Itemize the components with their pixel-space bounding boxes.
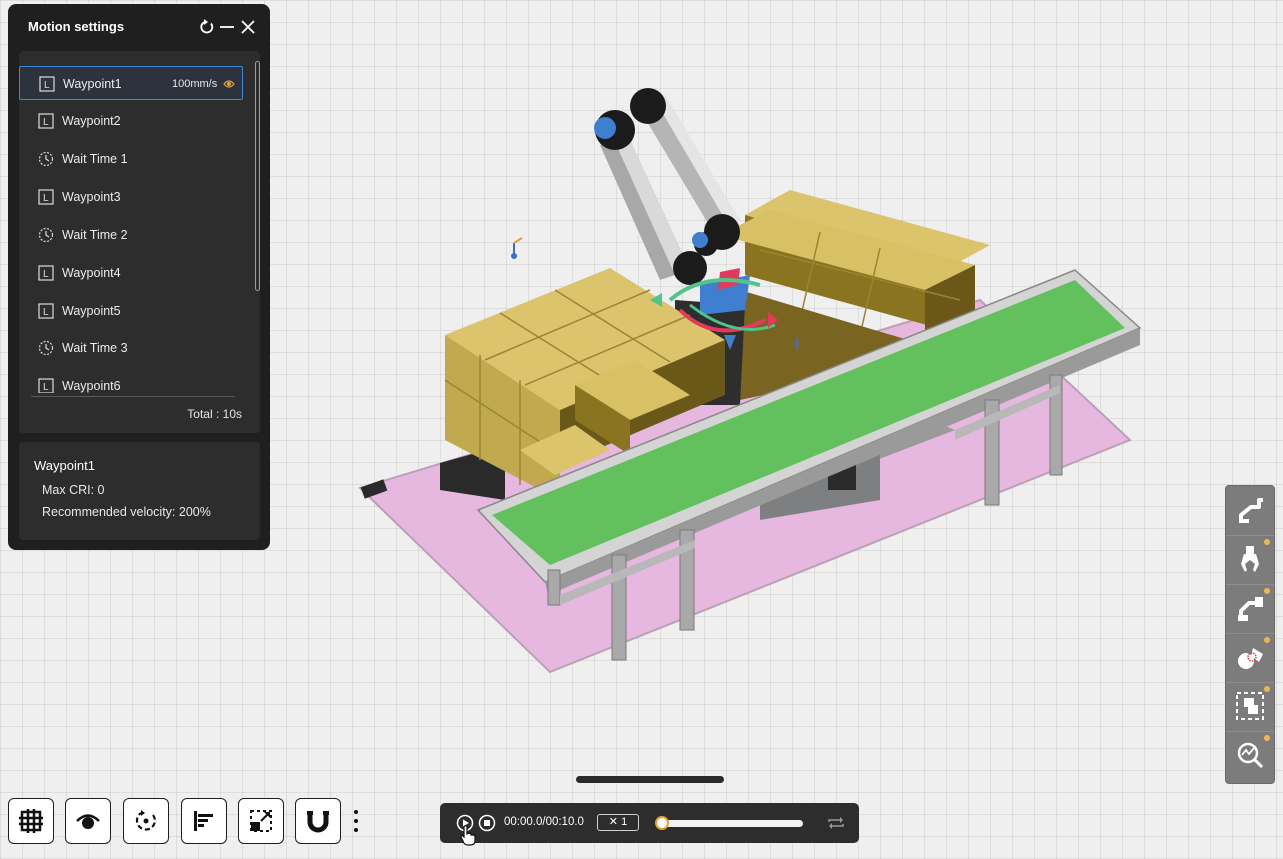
linear-move-icon: L [39,76,55,92]
close-icon[interactable] [237,16,259,38]
svg-text:L: L [44,80,50,91]
timeline-thumb[interactable] [655,816,669,830]
grid-icon [19,809,43,833]
list-item[interactable]: L Waypoint6 [19,369,243,393]
clock-icon [38,151,54,167]
robot-arm [594,88,740,285]
max-cri: Max CRI: 0 [42,483,105,497]
stop-icon[interactable] [478,814,496,832]
info-title: Waypoint1 [34,458,95,473]
linear-move-icon: L [38,113,54,129]
gripper-icon [1241,546,1259,572]
eye-icon[interactable] [223,79,235,89]
list-item[interactable]: L Waypoint3 [19,180,243,214]
linear-move-icon: L [38,265,54,281]
waypoint-list-container: L Waypoint1 100mm/s L Waypoint2 Wait Tim… [19,51,260,433]
svg-text:L: L [43,117,49,128]
collision-icon [1238,648,1263,669]
waypoint-label: Wait Time 1 [62,152,128,166]
waypoint-label: Waypoint3 [62,190,121,204]
reset-icon[interactable] [196,16,218,38]
waypoint-info: Waypoint1 Max CRI: 0 Recommended velocit… [19,442,260,540]
robot-arm-icon [1239,498,1263,523]
waypoint-label: Wait Time 3 [62,341,128,355]
waypoint-label: Waypoint4 [62,266,121,280]
total-time: Total : 10s [187,407,242,421]
linear-move-icon: L [38,303,54,319]
layout-button[interactable] [1226,682,1274,732]
panel-title: Motion settings [28,19,125,34]
clock-icon [38,227,54,243]
list-item[interactable]: L Waypoint4 [19,256,243,290]
waypoint-label: Waypoint2 [62,114,121,128]
clock-icon [38,340,54,356]
svg-text:L: L [43,382,49,393]
robot-pose-icon [1238,597,1263,621]
view-icon [76,814,100,829]
waypoint-label: Waypoint5 [62,304,121,318]
recommended-velocity: Recommended velocity: 200% [42,505,211,519]
list-item[interactable]: L Waypoint5 [19,294,243,328]
loop-icon[interactable] [826,815,846,831]
linear-move-icon: L [38,189,54,205]
list-item[interactable]: L Waypoint2 [19,104,243,138]
waypoint-speed: 100mm/s [172,78,218,90]
scale-button[interactable] [238,798,284,844]
waypoint-label: Waypoint1 [63,77,122,91]
rotate-button[interactable] [123,798,169,844]
collision-button[interactable] [1226,633,1274,683]
playback-bar: 00:00.0/00:10.0 ✕ 1 [440,803,859,843]
motion-settings-panel: Motion settings L Waypoint1 100mm/s L Wa… [8,4,270,550]
analysis-icon [1237,742,1264,769]
linear-move-icon: L [38,378,54,393]
snap-button[interactable] [295,798,341,844]
waypoint-label: Waypoint6 [62,379,121,393]
layout-icon [1236,692,1264,720]
grid-button[interactable] [8,798,54,844]
gripper-button[interactable] [1226,535,1274,585]
panel-header: Motion settings [8,4,270,50]
right-toolbar [1225,485,1275,784]
robot-arm-button[interactable] [1226,486,1274,536]
rotate-icon [135,810,156,831]
align-icon [194,811,213,831]
bottom-drag-handle[interactable] [576,776,724,783]
svg-text:L: L [43,269,49,280]
waypoint-label: Wait Time 2 [62,228,128,242]
view-button[interactable] [65,798,111,844]
playback-speed[interactable]: ✕ 1 [597,814,639,831]
divider [31,396,235,397]
analysis-button[interactable] [1226,731,1274,780]
robot-pose-button[interactable] [1226,584,1274,634]
svg-text:L: L [43,193,49,204]
scrollbar[interactable] [255,61,260,291]
magnet-icon [307,811,329,833]
list-item[interactable]: Wait Time 2 [19,218,243,252]
hand-cursor-icon [460,825,476,846]
svg-text:L: L [43,307,49,318]
playback-time: 00:00.0/00:10.0 [504,816,584,828]
minimize-icon[interactable] [216,16,238,38]
scale-icon [250,810,272,832]
timeline-track[interactable] [662,820,803,827]
align-button[interactable] [181,798,227,844]
list-item[interactable]: Wait Time 1 [19,142,243,176]
list-item[interactable]: Wait Time 3 [19,331,243,365]
list-item[interactable]: L Waypoint1 100mm/s [19,66,243,100]
more-options-icon[interactable] [350,807,362,837]
